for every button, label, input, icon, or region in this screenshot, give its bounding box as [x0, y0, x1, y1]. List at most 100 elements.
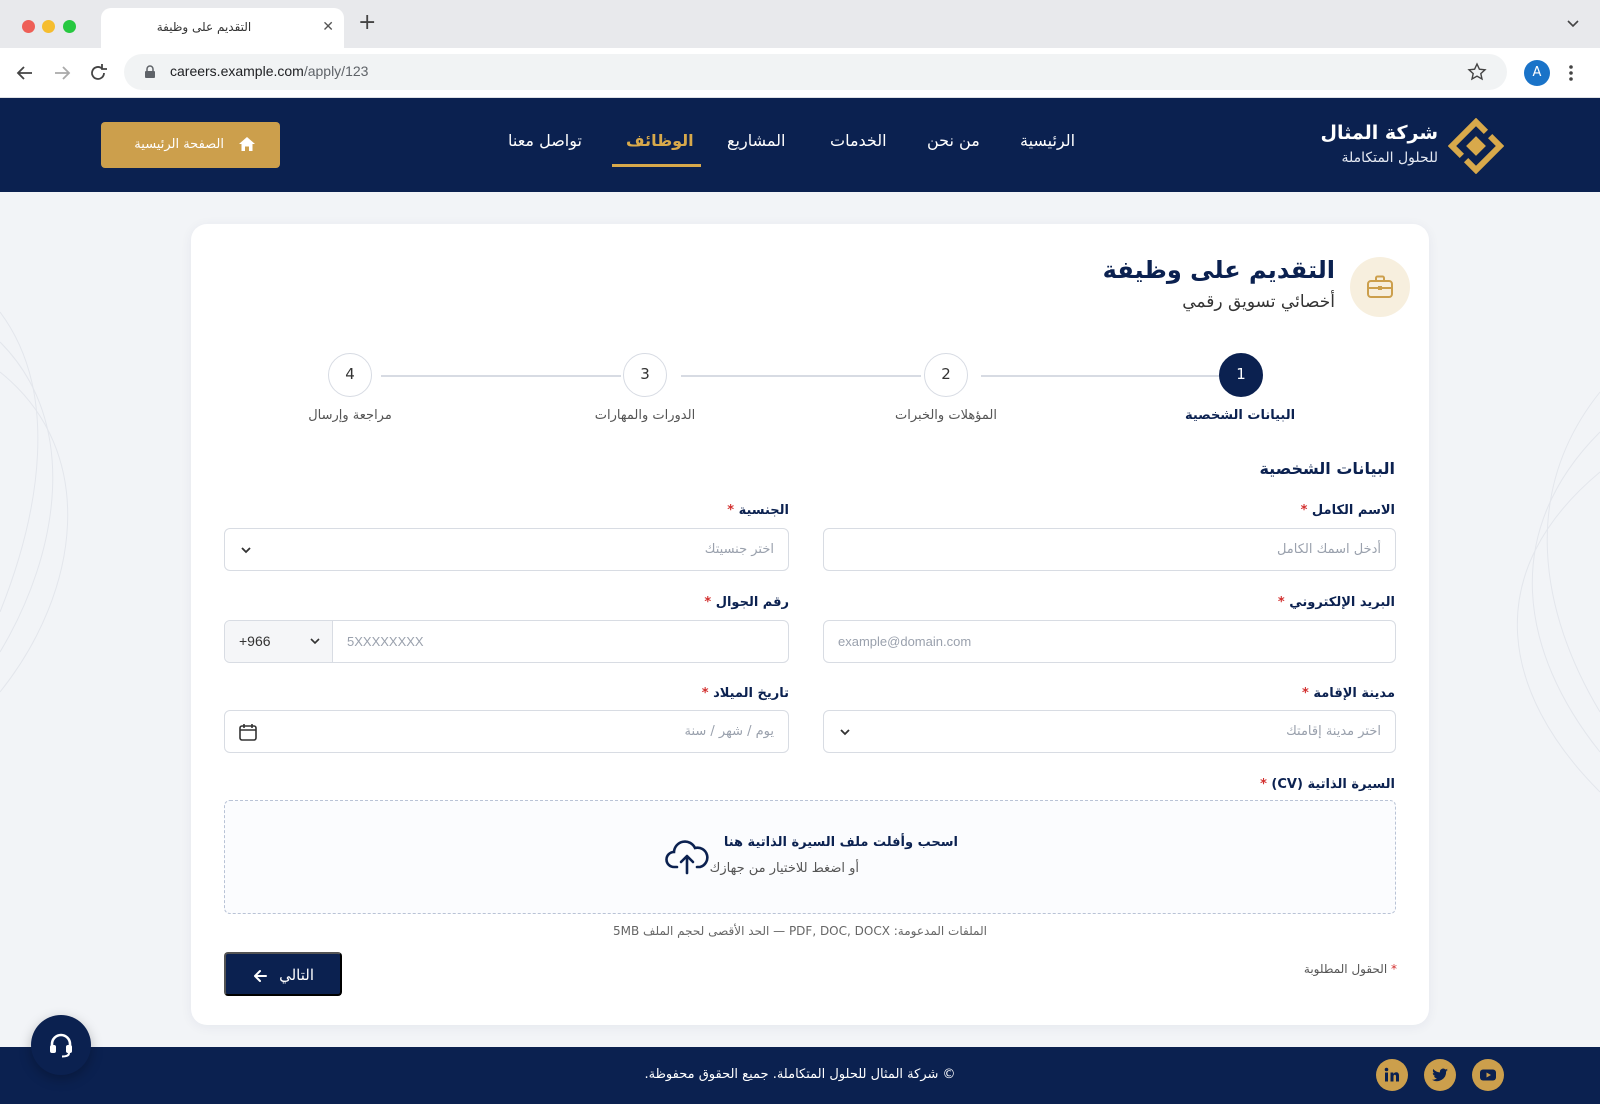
browser-toolbar: careers.example.com/apply/123 A	[0, 48, 1600, 98]
step-connector	[981, 375, 1220, 377]
required-mark: *	[704, 595, 712, 610]
nav-item-about[interactable]: من نحن	[927, 131, 980, 150]
phone-label-text: رقم الجوال	[715, 595, 789, 610]
country-code-value: +966	[239, 633, 271, 649]
youtube-icon	[1480, 1069, 1496, 1081]
dropzone-title: اسحب وأفلت ملف السيرة الذاتية هنا	[723, 835, 958, 850]
brand-tagline: للحلول المتكاملة	[1341, 150, 1438, 166]
step-1-circle[interactable]: 1	[1219, 353, 1263, 397]
linkedin-link[interactable]	[1376, 1059, 1408, 1091]
home-page-button-label: الصفحة الرئيسية	[134, 137, 224, 152]
profile-avatar[interactable]: A	[1524, 60, 1550, 86]
twitter-icon	[1432, 1068, 1448, 1082]
home-icon	[239, 137, 255, 151]
full-name-input[interactable]: أدخل اسمك الكامل	[823, 528, 1396, 571]
email-label-text: البريد الإلكتروني	[1289, 595, 1395, 610]
step-3-label: الدورات والمهارات	[594, 408, 696, 423]
step-3-circle[interactable]: 3	[623, 353, 667, 397]
page-title: التقديم على وظيفة	[1102, 256, 1335, 284]
chevron-down-icon	[840, 729, 850, 736]
required-mark: *	[1302, 686, 1309, 701]
linkedin-icon	[1384, 1067, 1399, 1082]
step-2-label: المؤهلات والخبرات	[895, 408, 997, 423]
cv-label-text: السيرة الذاتية (CV)	[1271, 777, 1395, 792]
required-mark: *	[1300, 503, 1308, 518]
full-name-label-text: الاسم الكامل	[1311, 503, 1395, 518]
support-chat-button[interactable]	[31, 1015, 91, 1075]
full-name-label: الاسم الكامل *	[1301, 503, 1395, 518]
lock-icon	[145, 65, 155, 78]
window-close-button[interactable]	[22, 20, 35, 33]
brand-logo-icon	[1448, 118, 1504, 174]
nav-item-home[interactable]: الرئيسية	[1020, 131, 1075, 150]
step-1-label: البيانات الشخصية	[1184, 408, 1296, 423]
section-title: البيانات الشخصية	[1259, 459, 1395, 478]
nav-item-contact[interactable]: تواصل معنا	[508, 131, 582, 150]
email-placeholder: example@domain.com	[838, 634, 972, 649]
step-connector	[681, 375, 921, 377]
youtube-link[interactable]	[1472, 1059, 1504, 1091]
country-code-select[interactable]: +966	[225, 621, 333, 662]
step-4-circle[interactable]: 4	[328, 353, 372, 397]
phone-input-group: +966 5XXXXXXXX	[224, 620, 789, 663]
required-note-text: الحقول المطلوبة	[1303, 962, 1388, 976]
tab-search-chevron-icon[interactable]	[1566, 16, 1580, 30]
birth-date-input[interactable]: يوم / شهر / سنة	[224, 710, 789, 753]
home-page-button[interactable]: الصفحة الرئيسية	[101, 122, 280, 168]
nationality-label: الجنسية *	[727, 503, 789, 518]
chevron-down-icon	[310, 638, 320, 645]
twitter-link[interactable]	[1424, 1059, 1456, 1091]
next-button-label: التالي	[279, 967, 314, 984]
birth-date-label: تاريخ الميلاد *	[702, 686, 789, 701]
url-text: careers.example.com/apply/123	[170, 63, 368, 79]
address-bar[interactable]: careers.example.com/apply/123	[124, 54, 1507, 90]
briefcase-icon-badge	[1350, 257, 1410, 317]
nationality-placeholder: اختر جنسيتك	[704, 542, 774, 557]
city-placeholder: اختر مدينة إقامتك	[1286, 724, 1381, 739]
url-path: /apply/123	[303, 63, 369, 79]
nav-item-services[interactable]: الخدمات	[830, 131, 887, 150]
tab-title: التقديم على وظيفة	[156, 20, 252, 34]
step-connector	[381, 375, 621, 377]
cloud-upload-icon	[665, 840, 709, 875]
back-arrow-icon[interactable]	[14, 62, 36, 84]
file-types-hint: الملفات المدعومة: PDF, DOC, DOCX — الحد …	[613, 924, 987, 938]
email-input[interactable]: example@domain.com	[823, 620, 1396, 663]
cv-dropzone[interactable]: اسحب وأفلت ملف السيرة الذاتية هنا أو اضغ…	[224, 800, 1396, 914]
required-mark: *	[701, 686, 709, 701]
arrow-left-icon	[254, 970, 267, 982]
nationality-label-text: الجنسية	[738, 503, 789, 518]
forward-arrow-icon[interactable]	[51, 62, 73, 84]
phone-label: رقم الجوال *	[704, 595, 789, 610]
nav-item-projects[interactable]: المشاريع	[727, 131, 785, 150]
window-minimize-button[interactable]	[42, 20, 55, 33]
browser-menu-icon[interactable]	[1568, 63, 1574, 83]
required-fields-note: * الحقول المطلوبة	[1304, 962, 1397, 976]
new-tab-button[interactable]: +	[358, 12, 376, 34]
reload-icon[interactable]	[87, 62, 109, 84]
step-2-circle[interactable]: 2	[924, 353, 968, 397]
birth-date-placeholder: يوم / شهر / سنة	[684, 724, 774, 739]
calendar-icon[interactable]	[238, 722, 258, 742]
browser-tab-bar: التقديم على وظيفة ✕ +	[0, 0, 1600, 48]
brand[interactable]: شركة المثال للحلول المتكاملة	[1304, 118, 1504, 174]
required-mark: *	[1277, 595, 1285, 610]
bookmark-star-icon[interactable]	[1467, 62, 1487, 82]
full-name-placeholder: أدخل اسمك الكامل	[1276, 542, 1381, 557]
cv-label: السيرة الذاتية (CV) *	[1260, 777, 1395, 792]
tab-close-icon[interactable]: ✕	[322, 19, 334, 35]
phone-number-input[interactable]: 5XXXXXXXX	[333, 621, 788, 662]
phone-placeholder: 5XXXXXXXX	[347, 634, 424, 649]
city-label-text: مدينة الإقامة	[1313, 686, 1395, 701]
chevron-down-icon	[241, 547, 251, 554]
city-select[interactable]: اختر مدينة إقامتك	[823, 710, 1396, 753]
city-label: مدينة الإقامة *	[1302, 686, 1395, 701]
required-mark: *	[1260, 777, 1267, 792]
nav-item-jobs[interactable]: الوظائف	[626, 131, 694, 150]
browser-tab[interactable]: التقديم على وظيفة ✕	[101, 8, 344, 48]
required-mark: *	[727, 503, 735, 518]
nationality-select[interactable]: اختر جنسيتك	[224, 528, 789, 571]
window-maximize-button[interactable]	[63, 20, 76, 33]
next-button[interactable]: التالي	[224, 952, 342, 996]
job-title: أخصائي تسويق رقمي	[1182, 292, 1335, 312]
